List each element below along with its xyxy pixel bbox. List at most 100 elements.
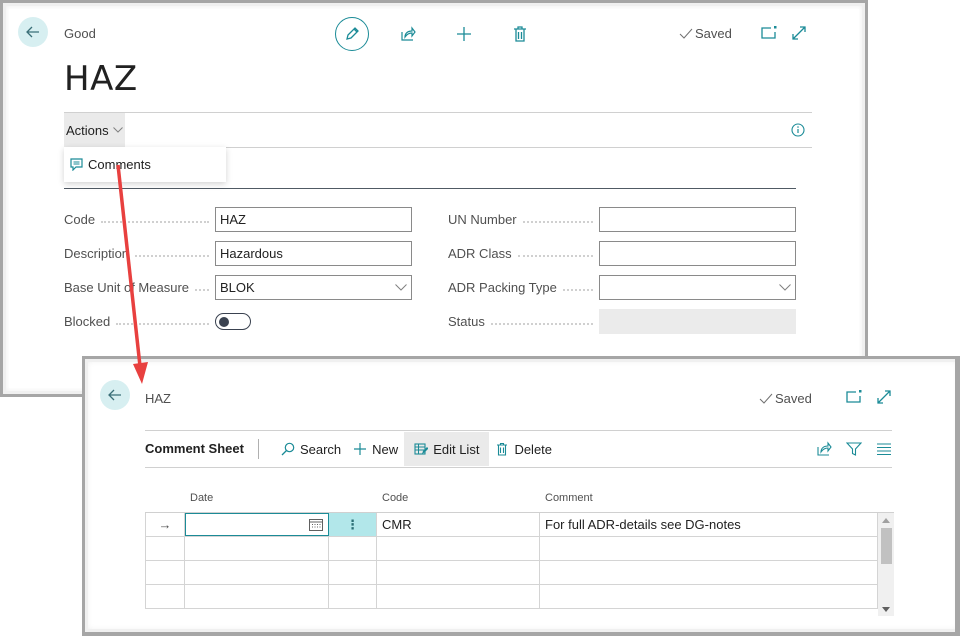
list-view-icon[interactable] bbox=[876, 441, 892, 457]
un-number-input[interactable] bbox=[599, 207, 796, 232]
comments-label: Comments bbox=[88, 157, 151, 172]
date-cell[interactable] bbox=[185, 537, 329, 560]
scroll-up-icon[interactable] bbox=[882, 518, 890, 523]
status-field bbox=[599, 309, 796, 334]
scrollbar-thumb[interactable] bbox=[881, 528, 892, 564]
comment-cell[interactable]: For full ADR-details see DG-notes bbox=[540, 513, 878, 536]
grid-body: → ⋮ CMR For full ADR-details see DG-note… bbox=[145, 512, 894, 616]
chevron-down-icon bbox=[395, 284, 407, 291]
adr-packing-type-label: ADR Packing Type bbox=[448, 280, 557, 295]
label-leader bbox=[101, 220, 209, 223]
delete-button[interactable]: Delete bbox=[489, 432, 558, 466]
comment-cell[interactable] bbox=[540, 561, 878, 584]
new-label: New bbox=[372, 441, 399, 457]
date-input[interactable] bbox=[185, 513, 329, 536]
table-row[interactable] bbox=[145, 585, 894, 609]
date-cell[interactable] bbox=[185, 561, 329, 584]
label-leader bbox=[522, 220, 593, 223]
adr-packing-type-select[interactable] bbox=[599, 275, 796, 300]
row-menu-button[interactable]: ⋮ bbox=[329, 513, 377, 536]
column-header-comment[interactable]: Comment bbox=[540, 492, 878, 504]
window-edge bbox=[955, 359, 960, 632]
action-bar: Actions bbox=[64, 112, 812, 148]
row-selector bbox=[145, 585, 185, 608]
label-leader bbox=[135, 254, 209, 257]
comment-cell[interactable] bbox=[540, 585, 878, 608]
code-cell[interactable] bbox=[377, 585, 540, 608]
share-button[interactable] bbox=[391, 17, 425, 51]
open-new-window-icon[interactable] bbox=[845, 388, 863, 406]
chevron-down-icon bbox=[779, 284, 791, 291]
table-row[interactable] bbox=[145, 537, 894, 561]
row-menu-cell bbox=[329, 537, 377, 560]
actions-menu-button[interactable]: Actions bbox=[64, 113, 125, 147]
label-leader bbox=[517, 254, 593, 257]
code-cell[interactable]: CMR bbox=[377, 513, 540, 536]
field-base-unit-of-measure: Base Unit of Measure BLOK bbox=[64, 275, 412, 300]
back-button[interactable] bbox=[100, 380, 130, 410]
list-view-controls bbox=[816, 441, 892, 457]
column-header-code[interactable]: Code bbox=[377, 492, 540, 504]
card-window-content: Good HAZ Saved Actions Comments Code HAZ… bbox=[9, 9, 859, 388]
code-cell[interactable] bbox=[377, 561, 540, 584]
info-icon[interactable] bbox=[791, 123, 805, 137]
comment-cell[interactable] bbox=[540, 537, 878, 560]
back-button[interactable] bbox=[18, 17, 48, 47]
arrow-left-icon bbox=[108, 389, 121, 401]
grid-header: Date Code Comment bbox=[145, 484, 894, 512]
expand-icon[interactable] bbox=[875, 388, 893, 406]
edit-button[interactable] bbox=[335, 17, 369, 51]
actions-label: Actions bbox=[66, 122, 109, 138]
base-unit-select[interactable]: BLOK bbox=[215, 275, 412, 300]
blocked-toggle[interactable] bbox=[215, 313, 251, 330]
new-button[interactable] bbox=[447, 17, 481, 51]
share-icon[interactable] bbox=[816, 441, 832, 457]
code-cell[interactable] bbox=[377, 537, 540, 560]
code-input[interactable]: HAZ bbox=[215, 207, 412, 232]
open-new-window-icon[interactable] bbox=[760, 24, 778, 42]
table-row[interactable]: → ⋮ CMR For full ADR-details see DG-note… bbox=[145, 513, 894, 537]
adr-class-input[interactable] bbox=[599, 241, 796, 266]
search-icon bbox=[281, 442, 295, 456]
new-button[interactable]: New bbox=[347, 432, 404, 466]
search-button[interactable]: Search bbox=[275, 432, 347, 466]
comment-sheet-window: HAZ Saved Comment Sheet Search New Edit … bbox=[82, 356, 960, 636]
adr-class-label: ADR Class bbox=[448, 246, 512, 261]
edit-list-button[interactable]: Edit List bbox=[404, 432, 490, 466]
card-window: Good HAZ Saved Actions Comments Code HAZ… bbox=[0, 0, 868, 397]
blocked-toggle-wrap bbox=[215, 313, 412, 330]
status-label: Status bbox=[448, 314, 485, 329]
vertical-scrollbar[interactable] bbox=[878, 513, 894, 616]
edit-list-label: Edit List bbox=[433, 441, 480, 457]
scroll-down-icon[interactable] bbox=[882, 607, 890, 612]
label-leader bbox=[116, 322, 209, 325]
saved-label: Saved bbox=[695, 26, 732, 41]
delete-label: Delete bbox=[514, 441, 553, 457]
table-row[interactable] bbox=[145, 561, 894, 585]
checkmark-icon bbox=[679, 28, 693, 39]
description-value: Hazardous bbox=[220, 246, 283, 261]
date-cell[interactable] bbox=[185, 585, 329, 608]
calendar-icon[interactable] bbox=[309, 518, 323, 531]
window-controls bbox=[760, 24, 808, 42]
actions-dropdown-item-comments[interactable]: Comments bbox=[64, 147, 226, 182]
field-status: Status bbox=[448, 309, 796, 334]
column-header-date[interactable]: Date bbox=[185, 492, 329, 504]
pencil-icon bbox=[346, 27, 359, 40]
label-leader bbox=[562, 288, 593, 291]
blocked-label: Blocked bbox=[64, 314, 111, 329]
filter-icon[interactable] bbox=[846, 441, 862, 457]
delete-button[interactable] bbox=[503, 17, 537, 51]
share-icon bbox=[401, 26, 416, 41]
field-blocked: Blocked bbox=[64, 309, 412, 334]
arrow-left-icon bbox=[26, 26, 39, 38]
field-adr-packing-type: ADR Packing Type bbox=[448, 275, 796, 300]
comment-icon bbox=[70, 158, 83, 171]
expand-icon[interactable] bbox=[790, 24, 808, 42]
field-adr-class: ADR Class bbox=[448, 241, 796, 266]
description-label: Description bbox=[64, 246, 130, 261]
plus-icon bbox=[457, 27, 471, 41]
page-caption: Good bbox=[64, 26, 96, 41]
description-input[interactable]: Hazardous bbox=[215, 241, 412, 266]
base-unit-label: Base Unit of Measure bbox=[64, 280, 190, 295]
